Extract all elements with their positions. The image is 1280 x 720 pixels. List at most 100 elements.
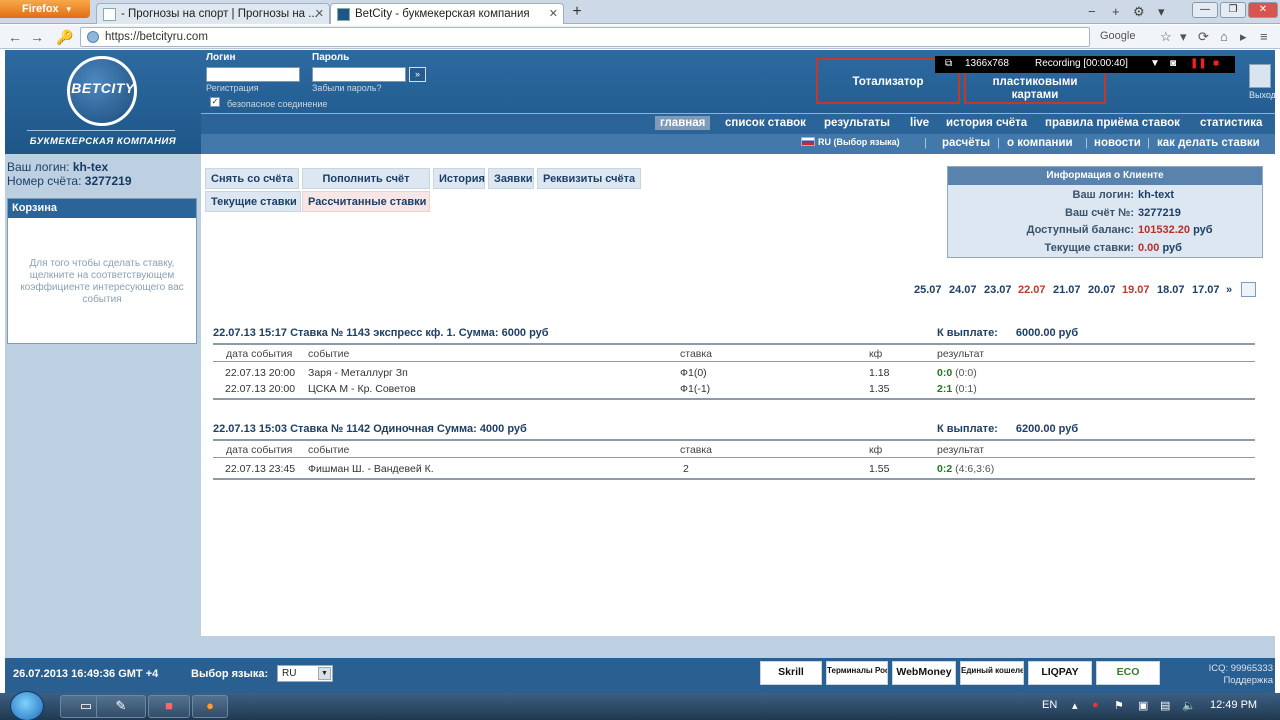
- minimize-window-button[interactable]: —: [1192, 2, 1218, 18]
- firefox-taskbar-icon[interactable]: ●: [192, 695, 228, 718]
- keyboard-language[interactable]: EN: [1042, 699, 1057, 711]
- notepad-icon[interactable]: ✎: [96, 695, 146, 718]
- chevron-down-icon[interactable]: ▾: [1158, 4, 1165, 20]
- withdraw-button[interactable]: Снять со счёта: [205, 168, 299, 189]
- reload-icon[interactable]: ⟳: [1198, 29, 1209, 45]
- menu-item-how-to-bet[interactable]: как делать ставки: [1157, 137, 1260, 149]
- login-submit-button[interactable]: »: [409, 67, 426, 82]
- icq-number[interactable]: ICQ: 99965333: [1209, 663, 1273, 674]
- menu-item-rules[interactable]: правила приёма ставок: [1045, 117, 1180, 129]
- client-info-title: Информация о Клиенте: [948, 167, 1262, 185]
- wallet-one-logo[interactable]: Единый кошелек: [960, 661, 1024, 685]
- menu-item-live[interactable]: live: [910, 117, 929, 129]
- next-dates-link[interactable]: »: [1226, 284, 1232, 296]
- footer-language-select[interactable]: RU ▼: [277, 665, 333, 682]
- chevron-up-icon[interactable]: ▴: [1072, 699, 1078, 712]
- terminals-logo[interactable]: Терминалы России: [826, 661, 888, 685]
- exit-label[interactable]: Выход: [1249, 90, 1276, 100]
- bet-coefficient: 1.55: [869, 463, 890, 475]
- volume-tray-icon[interactable]: 🔈: [1182, 699, 1196, 712]
- brand-logo-text: BETCITY: [71, 80, 135, 96]
- bet-result: 0:0 (0:0): [937, 367, 977, 379]
- secure-connection-checkbox[interactable]: ✓: [210, 97, 220, 107]
- search-engine-label[interactable]: Google: [1100, 30, 1135, 42]
- close-window-button[interactable]: ✕: [1248, 2, 1278, 18]
- browser-tab-betcity[interactable]: BetCity - букмекерская компания ✕: [330, 3, 564, 24]
- date-link[interactable]: 23.07: [984, 284, 1012, 296]
- menu-item-results[interactable]: результаты: [824, 117, 890, 129]
- password-input[interactable]: [312, 67, 406, 82]
- date-link[interactable]: 19.07: [1122, 284, 1150, 296]
- network-tray-icon[interactable]: ▤: [1160, 699, 1170, 712]
- gear-icon[interactable]: ⚙: [1133, 4, 1145, 20]
- account-details-button[interactable]: Реквизиты счёта: [537, 168, 641, 189]
- date-link[interactable]: 20.07: [1088, 284, 1116, 296]
- close-tab-icon[interactable]: ✕: [315, 7, 324, 20]
- current-bets-amount: 0.00: [1138, 242, 1160, 254]
- firefox-menu-button[interactable]: Firefox ▼: [0, 0, 90, 18]
- date-link[interactable]: 24.07: [949, 284, 977, 296]
- calendar-icon[interactable]: [1241, 282, 1256, 297]
- payout-amount: 6000.00 руб: [1015, 327, 1079, 339]
- menu-item-about[interactable]: о компании: [1007, 137, 1073, 149]
- date-link[interactable]: 17.07: [1192, 284, 1220, 296]
- current-bets-button[interactable]: Текущие ставки: [205, 191, 301, 212]
- menu-item-account-history[interactable]: история счёта: [946, 117, 1027, 129]
- media-app-icon[interactable]: ■: [148, 695, 190, 718]
- column-header: ставка: [680, 348, 713, 360]
- home-icon[interactable]: ⌂: [1220, 29, 1228, 44]
- settled-bets-button[interactable]: Рассчитанные ставки: [302, 191, 430, 212]
- webmoney-logo[interactable]: WebMoney: [892, 661, 956, 685]
- pause-icon[interactable]: ❚❚: [1190, 58, 1207, 69]
- star-icon[interactable]: ☆: [1160, 29, 1172, 45]
- user-login-label: Ваш логин:: [7, 160, 70, 174]
- camera-icon[interactable]: ◙: [1170, 58, 1176, 69]
- menu-item-settlements[interactable]: расчёты: [942, 137, 990, 149]
- exit-icon[interactable]: [1249, 64, 1271, 88]
- close-tab-icon[interactable]: ✕: [549, 7, 558, 20]
- support-contacts: ICQ: 99965333 Поддержка: [1175, 663, 1273, 687]
- menu-item-news[interactable]: новости: [1094, 137, 1141, 149]
- language-selector[interactable]: RU (Выбор языка): [801, 137, 900, 147]
- new-tab-icon[interactable]: +: [566, 3, 588, 23]
- eco-logo[interactable]: ECO: [1096, 661, 1160, 685]
- minus-icon[interactable]: −: [1088, 4, 1096, 19]
- recording-status: Recording [00:00:40]: [1035, 58, 1128, 69]
- skrill-logo[interactable]: Skrill: [760, 661, 822, 685]
- address-bar[interactable]: https://betcityru.com: [80, 27, 1090, 47]
- chevron-down-icon[interactable]: ▾: [1180, 29, 1187, 45]
- forgot-password-link[interactable]: Забыли пароль?: [312, 83, 381, 93]
- register-link[interactable]: Регистрация: [206, 83, 259, 93]
- display-tray-icon[interactable]: ▣: [1138, 699, 1148, 712]
- date-link[interactable]: 21.07: [1053, 284, 1081, 296]
- stop-icon[interactable]: ■: [1213, 58, 1219, 69]
- result-detail: (4:6,3:6): [955, 463, 995, 475]
- restore-window-button[interactable]: ❐: [1220, 2, 1246, 18]
- deposit-button[interactable]: Пополнить счёт: [302, 168, 430, 189]
- menu-item-bet-list[interactable]: список ставок: [725, 117, 806, 129]
- start-button-icon[interactable]: [10, 691, 44, 720]
- record-tray-icon[interactable]: ●: [1092, 699, 1099, 711]
- key-icon[interactable]: 🔑: [56, 29, 73, 46]
- support-link[interactable]: Поддержка: [1223, 675, 1273, 686]
- login-input[interactable]: [206, 67, 300, 82]
- history-button[interactable]: История: [433, 168, 485, 189]
- divider: [213, 361, 1255, 362]
- flag-tray-icon[interactable]: ⚑: [1114, 699, 1124, 712]
- taskbar-clock[interactable]: 12:49 PM: [1210, 699, 1257, 711]
- back-icon[interactable]: ←: [8, 29, 22, 45]
- chevron-down-icon[interactable]: ▼: [1150, 58, 1160, 69]
- plus-icon[interactable]: +: [1112, 4, 1120, 19]
- browser-tab-prognozy[interactable]: - Прогнозы на спорт | Прогнозы на ... ✕: [96, 3, 330, 24]
- date-link[interactable]: 18.07: [1157, 284, 1185, 296]
- requests-button[interactable]: Заявки: [488, 168, 534, 189]
- forward-icon[interactable]: →: [30, 29, 44, 45]
- liqpay-logo[interactable]: LIQPAY: [1028, 661, 1092, 685]
- date-link[interactable]: 25.07: [914, 284, 942, 296]
- date-link-selected[interactable]: 22.07: [1018, 284, 1046, 296]
- balance-amount: 101532.20: [1138, 224, 1190, 236]
- menu-arrow-icon[interactable]: ▸: [1240, 29, 1247, 45]
- menu-bars-icon[interactable]: ≡: [1260, 29, 1268, 44]
- menu-item-home[interactable]: главная: [655, 116, 711, 130]
- menu-item-statistics[interactable]: статистика: [1200, 117, 1262, 129]
